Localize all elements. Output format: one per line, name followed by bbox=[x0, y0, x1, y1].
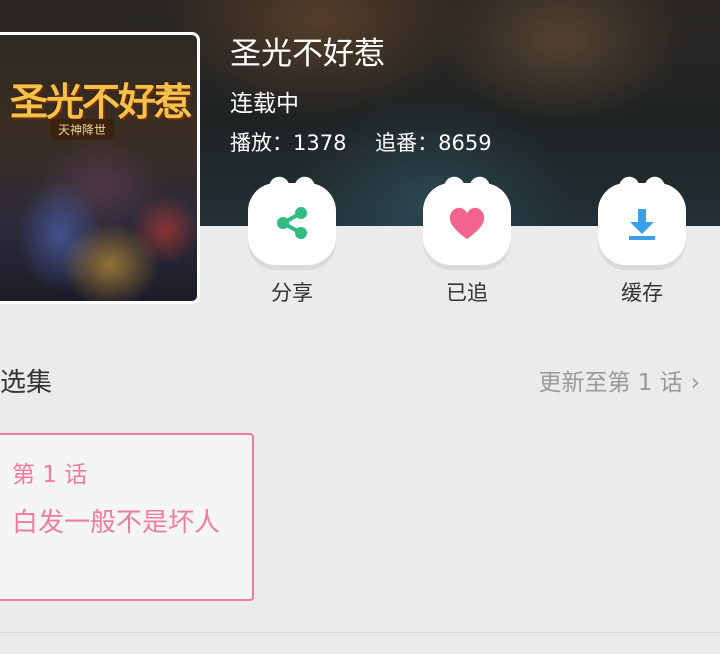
share-bubble[interactable] bbox=[248, 173, 336, 265]
download-bubble[interactable] bbox=[598, 173, 686, 265]
divider bbox=[0, 632, 720, 633]
share-button[interactable]: 分享 bbox=[246, 173, 338, 307]
poster-subtitle: 天神降世 bbox=[50, 119, 115, 140]
heart-icon bbox=[449, 207, 485, 239]
download-label: 缓存 bbox=[621, 281, 663, 305]
update-status-link[interactable]: 更新至第 1 话 › bbox=[539, 363, 700, 397]
anime-title: 圣光不好惹 bbox=[230, 36, 385, 72]
serial-status: 连载中 bbox=[230, 91, 299, 117]
share-label: 分享 bbox=[271, 281, 313, 305]
chevron-right-icon: › bbox=[690, 370, 700, 396]
share-icon bbox=[277, 207, 307, 239]
episode-number: 第 1 话 bbox=[12, 462, 88, 488]
poster-image[interactable]: 圣光不好惹 天神降世 bbox=[0, 32, 200, 304]
episode-name: 白发一般不是坏人 bbox=[12, 508, 221, 538]
follow-label: 已追 bbox=[446, 281, 488, 305]
download-button[interactable]: 缓存 bbox=[596, 173, 688, 307]
download-icon bbox=[629, 209, 655, 240]
stats-row: 播放：1378 追番：8659 bbox=[230, 127, 514, 157]
update-status-text: 更新至第 1 话 bbox=[538, 370, 683, 396]
follow-button[interactable]: 已追 bbox=[421, 173, 513, 307]
follows-count: 追番：8659 bbox=[375, 131, 492, 155]
poster-title: 圣光不好惹 bbox=[10, 79, 192, 124]
plays-count: 播放：1378 bbox=[230, 131, 347, 155]
follow-bubble[interactable] bbox=[423, 173, 511, 265]
episodes-heading: 选集 bbox=[0, 368, 53, 398]
episode-card[interactable]: 第 1 话 白发一般不是坏人 bbox=[0, 433, 254, 601]
